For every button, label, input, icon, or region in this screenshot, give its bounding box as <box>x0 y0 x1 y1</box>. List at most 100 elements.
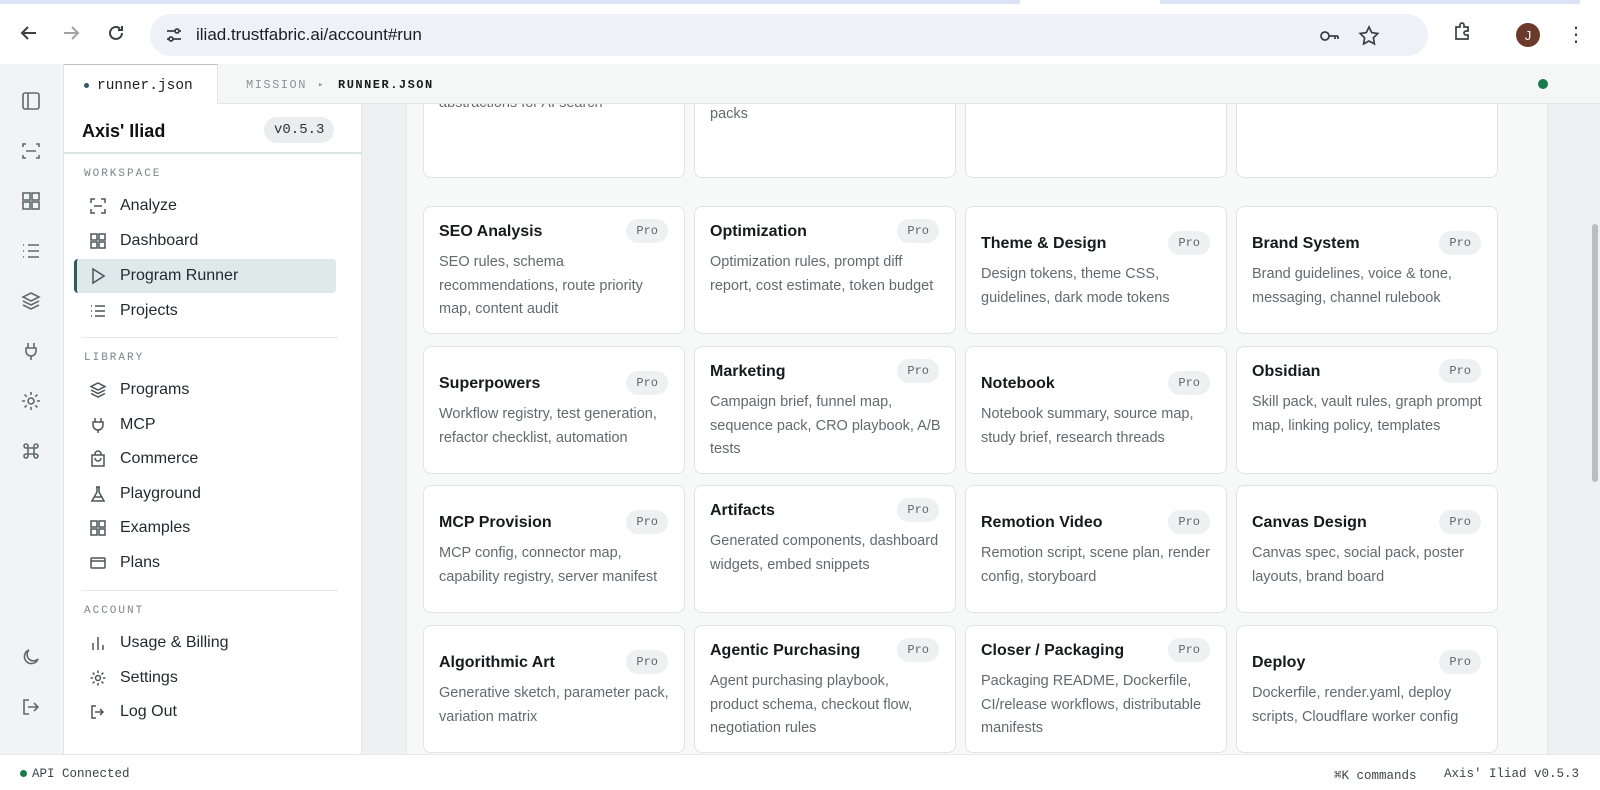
sidebar-item-settings[interactable]: Settings <box>74 661 336 695</box>
sidebar-item-program-runner[interactable]: Program Runner <box>74 259 336 293</box>
program-card-title: Deploy <box>1252 654 1306 671</box>
reload-icon[interactable] <box>101 18 131 48</box>
sidebar-item-logout[interactable]: Log Out <box>74 695 336 729</box>
section-label-account: ACCOUNT <box>84 605 145 617</box>
key-icon[interactable] <box>1318 25 1340 47</box>
program-card-title: MCP Provision <box>439 514 552 531</box>
sidebar-item-examples[interactable]: Examples <box>74 511 336 545</box>
breadcrumb-mission[interactable]: MISSION <box>246 78 307 92</box>
program-card-description: AGENTS.md, CLAUDE.md, .cursorrules, work… <box>710 106 748 122</box>
pro-badge: Pro <box>1168 638 1210 662</box>
sidebar-item-label: Program Runner <box>120 267 239 284</box>
sidebar-item-programs[interactable]: Programs <box>74 373 336 407</box>
sidebar-item-usage-billing[interactable]: Usage & Billing <box>74 626 336 660</box>
program-card-agentic-purchasing[interactable]: Agentic Purchasing Pro Agent purchasing pl… <box>694 625 956 753</box>
program-card-artifacts[interactable]: Artifacts Pro Generated components, dashbo… <box>694 485 956 613</box>
program-card-description: MCP config, connector map, capability re… <box>439 545 658 585</box>
gear-icon <box>88 668 108 688</box>
main-content: Search ContextProContext map, project su… <box>362 104 1600 754</box>
command-icon[interactable] <box>20 440 44 464</box>
sidebar-toggle-icon[interactable] <box>20 90 44 114</box>
program-card-description: Optimization rules, prompt diff report, … <box>710 254 934 294</box>
program-card-mcp-provision[interactable]: MCP Provision Pro MCP config, connector ma… <box>423 485 685 613</box>
layers-icon[interactable] <box>20 290 44 314</box>
program-card-marketing[interactable]: Marketing Pro Campaign brief, funnel map, … <box>694 346 956 474</box>
program-card-notebook[interactable]: Notebook Pro Notebook summary, source map,… <box>965 346 1227 474</box>
list-icon[interactable] <box>20 240 44 264</box>
url-text: iliad.trustfabric.ai/account#run <box>196 25 422 44</box>
program-card-program[interactable]: Debug playbook, incident template, traci… <box>965 104 1227 178</box>
sidebar: runner.json Axis' Iliad v0.5.3 WORKSPACE… <box>64 64 419 754</box>
program-card-title: Algorithmic Art <box>439 654 555 671</box>
sidebar-item-label: Plans <box>120 554 161 571</box>
program-card-description: Context map, project summary, key abstra… <box>439 104 670 115</box>
program-card-title: Brand System <box>1252 235 1360 252</box>
pro-badge: Pro <box>626 510 668 534</box>
site-settings-icon[interactable] <box>164 25 184 45</box>
profile-avatar[interactable]: J <box>1516 23 1540 47</box>
grid-icon <box>88 231 108 251</box>
program-card-title: Theme & Design <box>981 235 1107 252</box>
program-card-superpowers[interactable]: Superpowers Pro Workflow registry, test ge… <box>423 346 685 474</box>
program-card-title: Closer / Packaging <box>981 642 1125 659</box>
sidebar-item-label: Projects <box>120 302 178 319</box>
grid-icon[interactable] <box>20 190 44 214</box>
back-arrow-icon[interactable] <box>14 18 44 48</box>
program-card-algorithmic-art[interactable]: Algorithmic Art Pro Generative sketch, par… <box>423 625 685 753</box>
scan-icon[interactable] <box>20 140 44 164</box>
sidebar-item-label: Settings <box>120 669 178 686</box>
sidebar-item-playground[interactable]: Playground <box>74 477 336 511</box>
pro-badge: Pro <box>897 219 939 243</box>
program-card-canvas-design[interactable]: Canvas Design Pro Canvas spec, social pack… <box>1236 485 1498 613</box>
commands-hint[interactable]: ⌘K commands <box>1334 767 1417 783</box>
sidebar-item-projects[interactable]: Projects <box>74 294 336 328</box>
logout-icon[interactable] <box>20 696 44 720</box>
browser-menu-icon[interactable]: ⋮ <box>1566 22 1586 47</box>
file-tab[interactable]: runner.json <box>64 64 218 104</box>
play-icon <box>88 266 108 286</box>
program-card-deploy[interactable]: Deploy Pro Dockerfile, render.yaml, deploy… <box>1236 625 1498 753</box>
version-badge: v0.5.3 <box>264 117 335 143</box>
pro-badge: Pro <box>626 371 668 395</box>
program-card-description: Dockerfile, render.yaml, deploy scripts,… <box>1252 685 1459 725</box>
program-card-brand-system[interactable]: Brand System Pro Brand guidelines, voice &… <box>1236 206 1498 334</box>
extensions-icon[interactable] <box>1452 21 1474 48</box>
section-label-workspace: WORKSPACE <box>84 168 162 180</box>
plug-icon[interactable] <box>20 340 44 364</box>
program-card-program[interactable]: Frontend rules, component guidelines, la… <box>1236 104 1498 178</box>
pro-badge: Pro <box>626 650 668 674</box>
program-card-description: SEO rules, schema recommendations, route… <box>439 254 643 317</box>
sidebar-item-mcp[interactable]: MCP <box>74 408 336 442</box>
program-card-title: Artifacts <box>710 502 775 519</box>
card-icon <box>88 553 108 573</box>
sidebar-item-dashboard[interactable]: Dashboard <box>74 224 336 258</box>
pro-badge: Pro <box>897 638 939 662</box>
program-card-theme-design[interactable]: Theme & Design Pro Design tokens, theme CS… <box>965 206 1227 334</box>
program-card-description: Design tokens, theme CSS, guidelines, da… <box>981 266 1170 306</box>
address-bar[interactable]: iliad.trustfabric.ai/account#run <box>150 14 1428 56</box>
footer-version: Axis' Iliad v0.5.3 <box>1444 767 1580 781</box>
sidebar-item-commerce[interactable]: Commerce <box>74 442 336 476</box>
moon-icon[interactable] <box>20 646 44 670</box>
program-card-program[interactable]: AGENTS.md, CLAUDE.md, .cursorrules, work… <box>694 104 956 178</box>
status-bar: API Connected ⌘K commands Axis' Iliad v0… <box>0 754 1600 790</box>
program-card-closer-packaging[interactable]: Closer / Packaging Pro Packaging README, D… <box>965 625 1227 753</box>
main-scrollbar[interactable] <box>1592 224 1598 482</box>
program-card-optimization[interactable]: Optimization Pro Optimization rules, promp… <box>694 206 956 334</box>
program-card-title: Obsidian <box>1252 363 1321 380</box>
sidebar-item-plans[interactable]: Plans <box>74 546 336 580</box>
program-card-search-context[interactable]: Search ContextProContext map, project su… <box>423 104 685 178</box>
sidebar-item-label: Usage & Billing <box>120 634 229 651</box>
sidebar-item-analyze[interactable]: Analyze <box>74 189 336 223</box>
gear-icon[interactable] <box>20 390 44 414</box>
program-card-description: Canvas spec, social pack, poster layouts… <box>1252 545 1464 585</box>
plug-icon <box>88 415 108 435</box>
forward-arrow-icon[interactable] <box>56 18 86 48</box>
star-icon[interactable] <box>1358 25 1380 47</box>
pro-badge: Pro <box>1439 650 1481 674</box>
program-card-remotion-video[interactable]: Remotion Video Pro Remotion script, scene … <box>965 485 1227 613</box>
pro-badge: Pro <box>1168 371 1210 395</box>
program-card-description: Remotion script, scene plan, render conf… <box>981 545 1210 585</box>
program-card-seo-analysis[interactable]: SEO Analysis Pro SEO rules, schema recomme… <box>423 206 685 334</box>
program-card-obsidian[interactable]: Obsidian Pro Skill pack, vault rules, grap… <box>1236 346 1498 474</box>
